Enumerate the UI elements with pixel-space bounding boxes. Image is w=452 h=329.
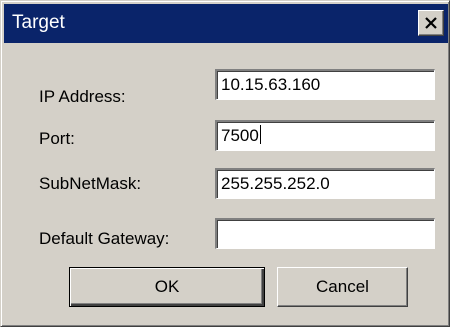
cancel-button[interactable]: Cancel [277,267,408,307]
window-title: Target [12,12,65,33]
port-label: Port: [39,129,75,148]
subnet-mask-field[interactable]: 255.255.252.0 [215,168,435,199]
ok-button[interactable]: OK [69,267,265,307]
subnet-mask-label: SubNetMask: [39,174,142,193]
subnet-mask-value: 255.255.252.0 [221,174,330,193]
default-gateway-label: Default Gateway: [39,229,170,248]
target-dialog: Target IP Address: 10.15.63.160 Port: 75… [0,0,450,327]
ip-address-label: IP Address: [39,87,126,106]
close-button[interactable] [418,10,444,36]
ip-address-value: 10.15.63.160 [221,75,321,94]
close-icon [425,17,437,29]
port-field[interactable]: 7500 [215,120,435,151]
text-caret [259,125,261,144]
default-gateway-field[interactable] [215,218,435,249]
ip-address-field[interactable]: 10.15.63.160 [215,69,435,100]
port-value: 7500 [221,126,259,145]
title-bar[interactable]: Target [4,4,448,43]
